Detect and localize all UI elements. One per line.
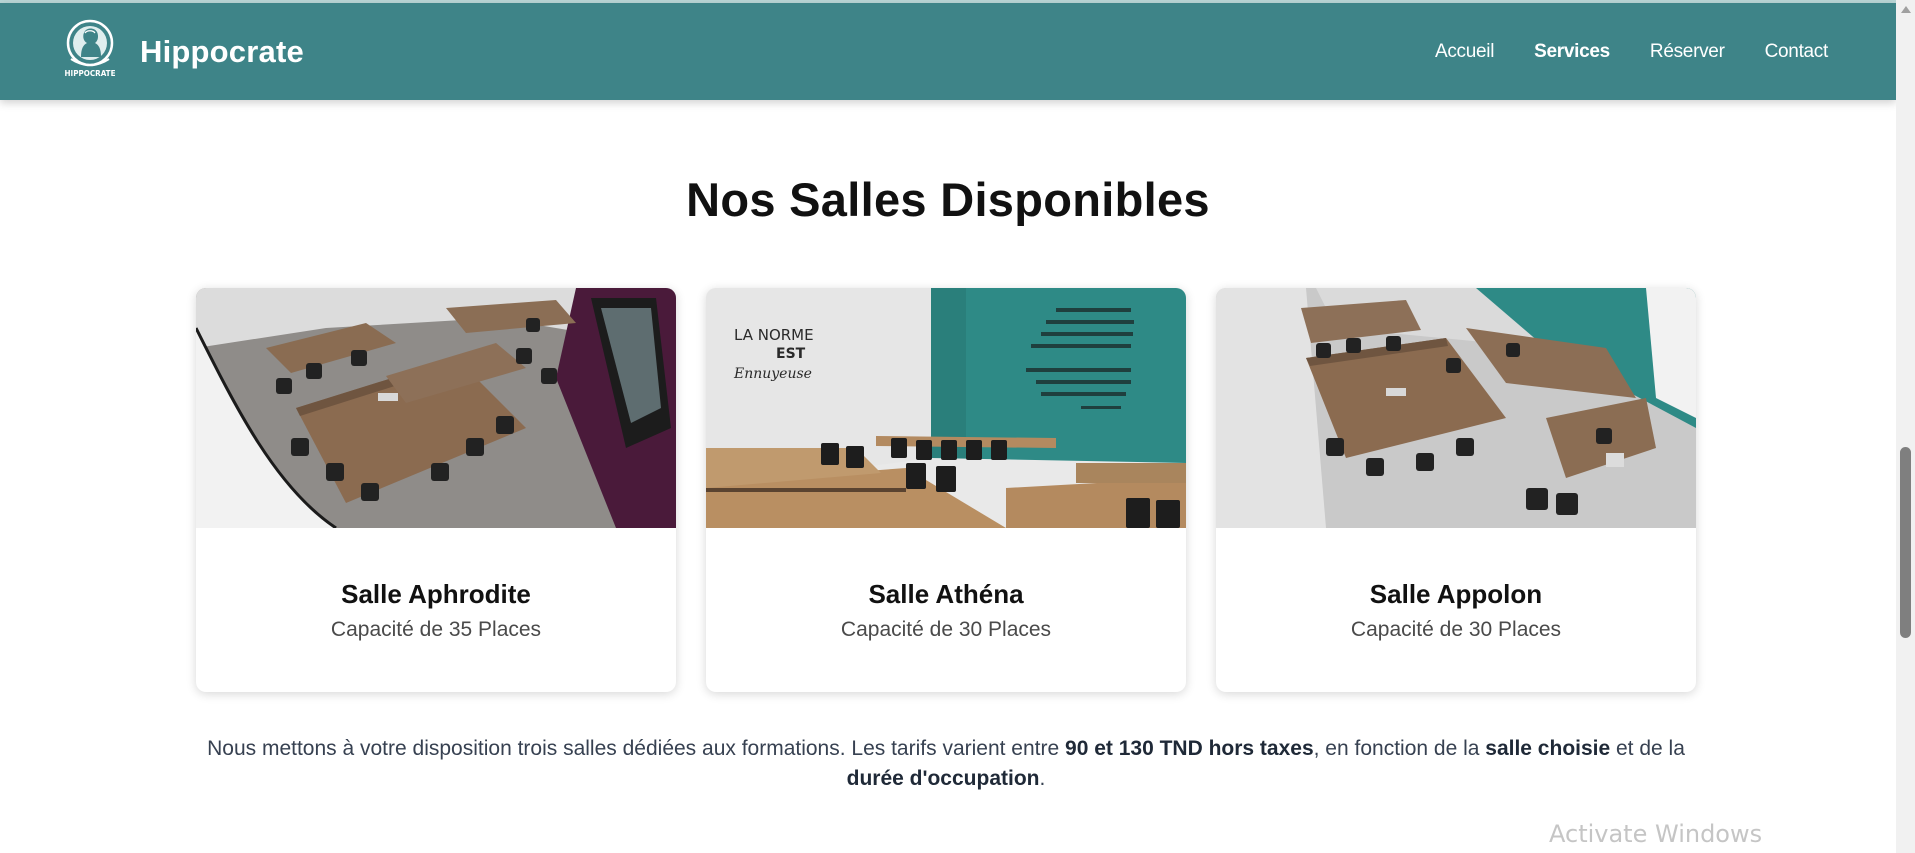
room-capacity: Capacité de 30 Places — [1350, 618, 1562, 641]
section-title: Nos Salles Disponibles — [686, 173, 1210, 226]
room-card-aphrodite[interactable]: Salle Aphrodite Capacité de 35 Places — [196, 288, 676, 692]
desc-duration: durée d'occupation — [846, 767, 1040, 790]
desc-text-1: Nous mettons à votre disposition trois s… — [207, 737, 1066, 760]
logo: HIPPOCRATE — [62, 19, 118, 85]
desc-text-3: et de la — [1610, 737, 1685, 760]
room-capacity: Capacité de 30 Places — [840, 618, 1052, 641]
card-body: Salle Aphrodite Capacité de 35 Places — [196, 528, 676, 692]
room-photo-appolon — [1216, 288, 1696, 528]
brand[interactable]: HIPPOCRATE Hippocrate — [62, 3, 304, 100]
brand-name: Hippocrate — [140, 33, 304, 69]
windows-activation-watermark: Activate Windows — [1549, 820, 1763, 848]
room-photo-aphrodite — [196, 288, 676, 528]
card-body: Salle Athéna Capacité de 30 Places — [706, 528, 1186, 692]
rooms-description: Nous mettons à votre disposition trois s… — [196, 734, 1696, 794]
nav-contact[interactable]: Contact — [1765, 41, 1829, 63]
rooms-grid: Salle Aphrodite Capacité de 35 Places LA… — [196, 288, 1696, 692]
room-title: Salle Aphrodite — [341, 579, 531, 609]
scroll-up-arrow-icon[interactable] — [1901, 6, 1911, 13]
scroll-thumb[interactable] — [1900, 447, 1911, 638]
main-nav: Accueil Services Réserver Contact — [1395, 41, 1828, 63]
room-title: Salle Athéna — [868, 579, 1024, 609]
desc-text-4: . — [1039, 767, 1046, 790]
nav-services[interactable]: Services — [1534, 41, 1610, 63]
room-card-appolon[interactable]: Salle Appolon Capacité de 30 Places — [1216, 288, 1696, 692]
desc-text-2: , en fonction de la — [1313, 737, 1486, 760]
logo-text: HIPPOCRATE — [64, 68, 116, 78]
navbar: HIPPOCRATE Hippocrate Accueil Services R… — [0, 3, 1896, 100]
desc-price-range: 90 et 130 TND hors taxes — [1065, 737, 1314, 760]
wall-sign-line1: LA NORME — [734, 326, 814, 344]
nav-accueil[interactable]: Accueil — [1435, 41, 1494, 63]
card-body: Salle Appolon Capacité de 30 Places — [1216, 528, 1696, 692]
room-photo-athena: LA NORME EST Ennuyeuse — [706, 288, 1186, 528]
desc-room-choice: salle choisie — [1485, 737, 1611, 760]
room-title: Salle Appolon — [1369, 579, 1543, 609]
wall-sign-line2: EST — [776, 346, 806, 362]
wall-sign-line3: Ennuyeuse — [733, 366, 812, 382]
vertical-scrollbar[interactable] — [1896, 0, 1915, 853]
nav-reserver[interactable]: Réserver — [1650, 41, 1725, 63]
room-card-athena[interactable]: LA NORME EST Ennuyeuse Salle Athéna Capa… — [706, 288, 1186, 692]
room-capacity: Capacité de 35 Places — [330, 618, 542, 641]
hippocrates-bust-icon — [66, 19, 114, 66]
